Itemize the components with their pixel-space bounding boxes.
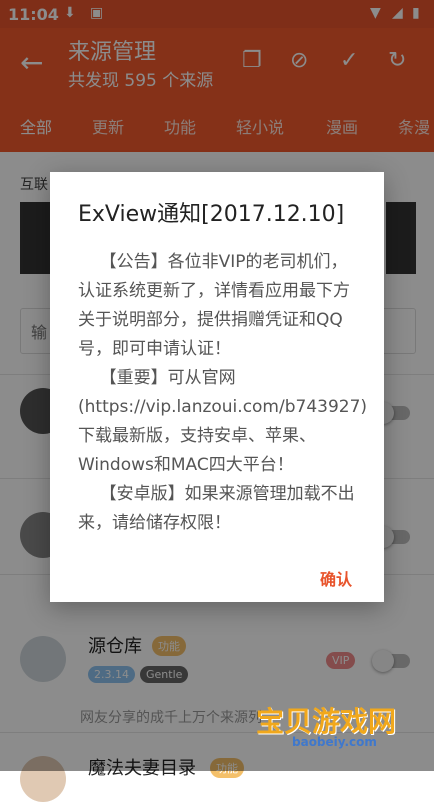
watermark-logo: 宝贝游戏网 xyxy=(256,705,397,738)
notification-dialog: ExView通知[2017.12.10] 【公告】各位非VIP的老司机们，认证系… xyxy=(50,172,384,602)
confirm-button[interactable]: 确认 xyxy=(320,566,352,590)
watermark-url: baobeiy.com xyxy=(292,735,377,749)
dialog-title: ExView通知[2017.12.10] xyxy=(78,202,345,227)
dialog-message: 【公告】各位非VIP的老司机们，认证系统更新了，详情看应用最下方关于说明部分，提… xyxy=(78,252,368,533)
